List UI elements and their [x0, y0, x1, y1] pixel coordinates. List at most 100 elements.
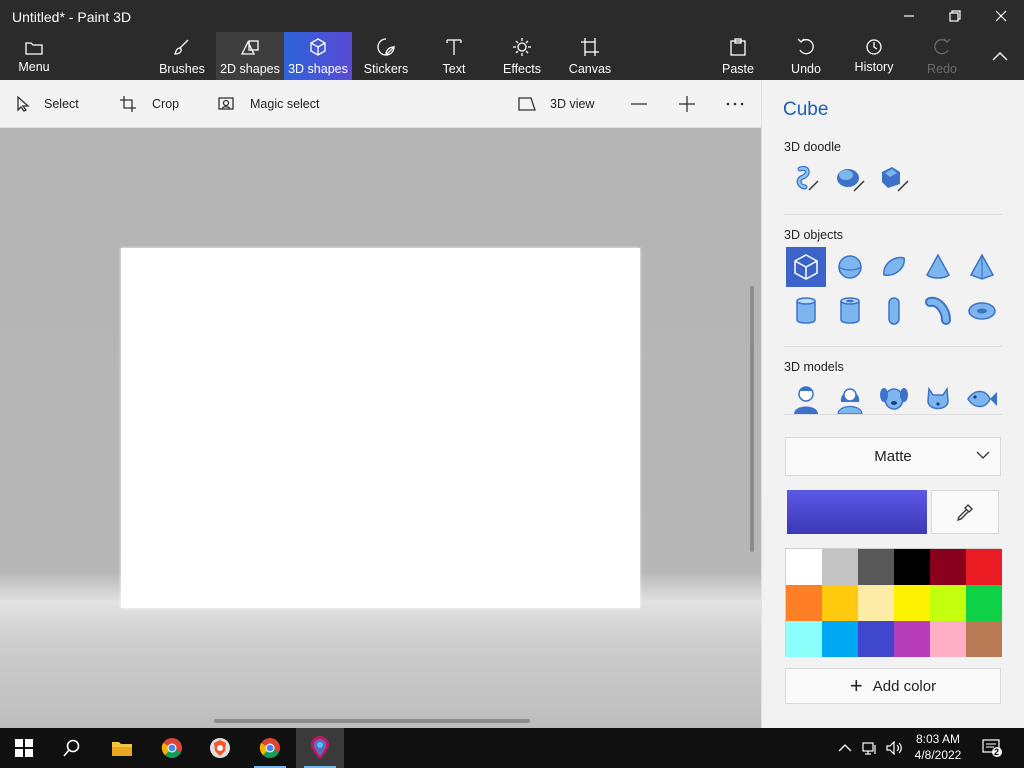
history-icon [866, 39, 882, 55]
history-button[interactable]: History [846, 32, 902, 80]
close-button[interactable] [978, 0, 1024, 32]
color-swatch[interactable] [894, 549, 930, 585]
paint-3d-button[interactable] [296, 728, 344, 768]
soft-edge-doodle-button[interactable] [830, 159, 870, 199]
select-tool[interactable]: Select [16, 80, 79, 128]
sphere-icon [838, 255, 862, 279]
woman-model-icon [837, 388, 863, 414]
3d-view-toggle[interactable]: 3D view [518, 80, 594, 128]
color-swatch[interactable] [822, 585, 858, 621]
current-color-swatch[interactable] [787, 490, 927, 534]
tab-text[interactable]: Text [426, 32, 482, 80]
horizontal-scrollbar[interactable] [214, 719, 530, 723]
volume-icon[interactable] [886, 741, 904, 755]
color-swatch[interactable] [786, 621, 822, 657]
redo-icon [934, 38, 951, 55]
color-swatch[interactable] [930, 621, 966, 657]
tab-2d-shapes[interactable]: 2D shapes [216, 32, 284, 80]
tab-stickers[interactable]: Stickers [356, 32, 416, 80]
chevron-up-icon[interactable] [838, 743, 852, 753]
magic-select-tool[interactable]: Magic select [218, 80, 319, 128]
finish-dropdown[interactable]: Matte [785, 437, 1001, 476]
sphere-object-button[interactable] [830, 247, 870, 287]
tube-doodle-button[interactable] [874, 159, 914, 199]
tab-3d-shapes[interactable]: 3D shapes [284, 32, 352, 80]
file-explorer-icon [112, 742, 132, 756]
cone-object-button[interactable] [918, 247, 958, 287]
taskbar-search-button[interactable] [48, 728, 96, 768]
redo-button[interactable]: Redo [916, 32, 968, 80]
chrome-button[interactable] [148, 728, 196, 768]
color-swatch[interactable] [894, 585, 930, 621]
select-label: Select [44, 97, 79, 111]
collapse-ribbon-button[interactable] [980, 32, 1020, 80]
add-color-button[interactable]: + Add color [785, 668, 1001, 704]
hemisphere-object-button[interactable] [874, 247, 914, 287]
color-swatch[interactable] [966, 621, 1002, 657]
man-model-button[interactable] [786, 379, 826, 419]
dog-model-button[interactable] [874, 379, 914, 419]
zoom-out-button[interactable] [630, 80, 648, 128]
paint-3d-icon [311, 736, 329, 759]
eyedropper-button[interactable] [931, 490, 999, 534]
file-explorer-button[interactable] [98, 728, 146, 768]
chevron-down-icon [976, 451, 990, 459]
start-button[interactable] [0, 728, 48, 768]
donut-icon [968, 302, 996, 320]
section-divider [784, 214, 1002, 215]
color-swatch[interactable] [786, 585, 822, 621]
tab-brushes[interactable]: Brushes [152, 32, 212, 80]
minimize-button[interactable] [886, 0, 932, 32]
pointer-icon [17, 96, 30, 112]
menu-button[interactable]: Menu [10, 32, 58, 80]
chrome-button-2[interactable] [246, 728, 294, 768]
vertical-scrollbar[interactable] [750, 286, 754, 552]
color-swatch[interactable] [966, 585, 1002, 621]
zoom-in-button[interactable] [678, 80, 696, 128]
color-swatch[interactable] [858, 621, 894, 657]
canvas-workspace[interactable] [0, 128, 761, 728]
chrome-icon [259, 738, 280, 758]
undo-button[interactable]: Undo [780, 32, 832, 80]
restore-button[interactable] [932, 0, 978, 32]
color-swatch[interactable] [858, 549, 894, 585]
color-swatch[interactable] [966, 549, 1002, 585]
pyramid-object-button[interactable] [962, 247, 1002, 287]
doodle-heading: 3D doodle [784, 140, 841, 154]
brave-button[interactable] [196, 728, 244, 768]
drawing-canvas[interactable] [121, 248, 640, 608]
tab-canvas[interactable]: Canvas [562, 32, 618, 80]
color-swatch[interactable] [930, 549, 966, 585]
sharp-edge-doodle-button[interactable] [786, 159, 826, 199]
tab-effects[interactable]: Effects [494, 32, 550, 80]
eyedropper-icon [956, 504, 973, 521]
pyramid-icon [969, 253, 995, 280]
shapes-panel: Cube 3D doodle 3D objects 3D models Matt… [761, 80, 1024, 728]
color-swatch[interactable] [894, 621, 930, 657]
fish-model-button[interactable] [962, 379, 1002, 419]
paste-button[interactable]: Paste [712, 32, 764, 80]
clock[interactable]: 8:03 AM 4/8/2022 [910, 731, 966, 763]
color-swatch[interactable] [822, 621, 858, 657]
donut-object-button[interactable] [962, 291, 1002, 331]
chrome-icon [161, 738, 182, 758]
crop-tool[interactable]: Crop [120, 80, 179, 128]
section-divider [784, 414, 1002, 415]
color-swatch[interactable] [786, 549, 822, 585]
cube-object-button[interactable] [786, 247, 826, 287]
close-icon [995, 10, 1007, 22]
network-icon[interactable] [862, 741, 878, 755]
fish-model-icon [967, 390, 997, 408]
capsule-object-button[interactable] [874, 291, 914, 331]
more-options-button[interactable] [726, 80, 744, 128]
color-swatch[interactable] [858, 585, 894, 621]
cylinder-object-button[interactable] [786, 291, 826, 331]
color-swatch[interactable] [930, 585, 966, 621]
woman-model-button[interactable] [830, 379, 870, 419]
tube-object-button[interactable] [830, 291, 870, 331]
action-center-button[interactable]: 2 [982, 728, 1004, 768]
tab-2d-shapes-label: 2D shapes [220, 62, 280, 76]
cat-model-button[interactable] [918, 379, 958, 419]
bent-tube-object-button[interactable] [918, 291, 958, 331]
color-swatch[interactable] [822, 549, 858, 585]
